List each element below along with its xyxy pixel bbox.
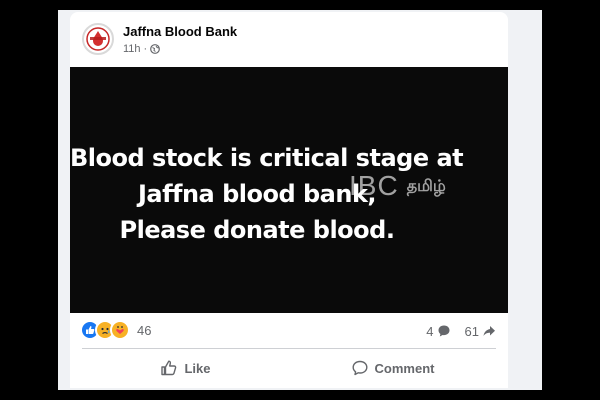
image-text-line: Please donate blood. (119, 216, 395, 244)
reaction-count: 46 (137, 322, 152, 338)
blood-drop-logo-icon (85, 26, 111, 52)
meta-separator: · (143, 43, 148, 55)
share-count-button[interactable]: 61 (465, 324, 496, 339)
page-avatar[interactable] (82, 23, 114, 55)
watermark-tamil: தமிழ் (406, 175, 446, 195)
page-name-link[interactable]: Jaffna Blood Bank (123, 24, 237, 39)
comment-label: Comment (374, 360, 435, 376)
post-actions-bar: Like Comment (82, 352, 496, 384)
post-timestamp[interactable]: 11h (123, 43, 141, 55)
comment-count: 4 (426, 323, 434, 339)
like-label: Like (184, 360, 211, 376)
comment-icon (352, 360, 368, 376)
comment-button[interactable]: Comment (289, 352, 496, 384)
watermark-ibc: IBC (349, 170, 399, 201)
share-arrow-icon (483, 326, 495, 336)
share-count: 61 (464, 323, 479, 339)
like-button[interactable]: Like (82, 352, 289, 384)
care-reaction-icon (110, 320, 130, 340)
ibc-tamil-watermark: IBC தமிழ் (349, 170, 446, 202)
engagement-stats: 4 61 (426, 322, 496, 340)
globe-icon (150, 44, 161, 54)
like-thumb-icon (161, 360, 177, 376)
actions-divider (82, 348, 496, 349)
comment-bubble-icon (438, 325, 450, 337)
comment-count-button[interactable]: 4 (426, 324, 450, 339)
post-meta: 11h · (123, 42, 161, 56)
reactions-summary[interactable]: 46 (80, 320, 151, 340)
